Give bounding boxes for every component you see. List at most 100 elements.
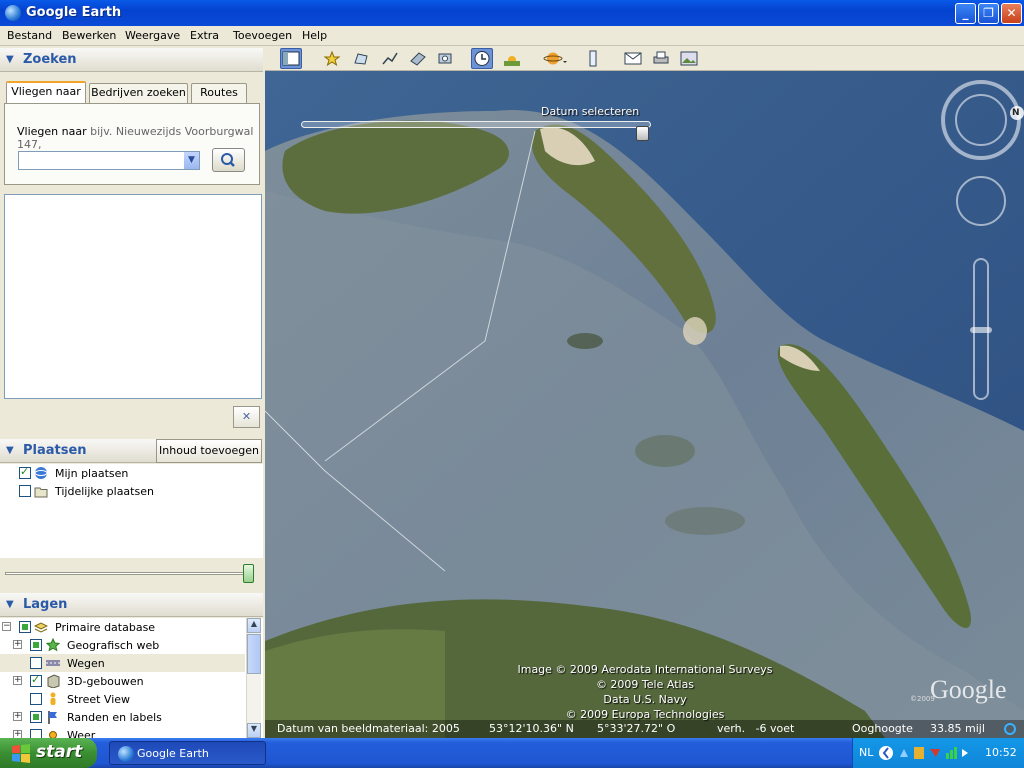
taskbar-app-google-earth[interactable]: Google Earth — [109, 741, 266, 765]
expander[interactable]: + — [13, 640, 22, 649]
navigation-controls[interactable] — [939, 79, 1024, 419]
zoom-slider[interactable] — [970, 258, 992, 400]
layer-geographic-web[interactable]: + Geografisch web — [0, 636, 245, 654]
checkbox[interactable] — [30, 657, 42, 669]
menu-extra[interactable]: Extra — [190, 29, 219, 42]
save-image-button[interactable] — [678, 48, 700, 69]
checkbox[interactable] — [30, 729, 42, 738]
layer-weather[interactable]: + Weer — [0, 726, 245, 738]
checkbox[interactable] — [19, 621, 31, 633]
tree-item-my-places[interactable]: Mijn plaatsen — [0, 464, 245, 482]
layers-header[interactable]: ▼ Lagen — [0, 593, 263, 617]
menu-weergave[interactable]: Weergave — [125, 29, 180, 42]
tab-routes[interactable]: Routes — [191, 83, 247, 103]
opacity-slider-track[interactable] — [5, 572, 250, 575]
clear-search-button[interactable]: ✕ — [233, 406, 260, 428]
elevation: verh. -6 voet — [717, 722, 795, 735]
image-overlay-icon — [410, 52, 426, 66]
language-indicator[interactable]: NL — [859, 746, 873, 759]
fly-to-label: Vliegen naar — [17, 125, 87, 138]
time-slider-thumb[interactable] — [636, 126, 649, 141]
tab-business-search[interactable]: Bedrijven zoeken — [89, 83, 188, 103]
scroll-down-icon[interactable]: ▼ — [247, 723, 261, 738]
add-path-button[interactable] — [379, 48, 401, 69]
collapse-triangle-icon[interactable]: ▼ — [6, 54, 14, 65]
checkbox[interactable] — [30, 711, 42, 723]
window-title: Google Earth — [26, 5, 122, 20]
map-view[interactable]: Datum selecteren N Image © 2009 Aerodata… — [265, 71, 1024, 738]
taskbar: start Google Earth NL 10:52 — [0, 738, 1024, 768]
layers-scrollbar[interactable]: ▲ ▼ — [246, 618, 261, 738]
layer-borders-labels[interactable]: + Randen en labels — [0, 708, 245, 726]
layer-3d-buildings[interactable]: + 3D-gebouwen — [0, 672, 245, 690]
expander[interactable]: + — [13, 712, 22, 721]
tab-fly-to[interactable]: Vliegen naar — [6, 81, 86, 103]
email-button[interactable] — [622, 48, 644, 69]
menu-bestand[interactable]: Bestand — [7, 29, 52, 42]
checkbox[interactable] — [19, 485, 31, 497]
expander[interactable]: + — [13, 730, 22, 738]
picture-icon — [680, 51, 698, 66]
collapse-triangle-icon[interactable]: ▼ — [6, 445, 14, 456]
collapse-triangle-icon[interactable]: ▼ — [6, 599, 14, 610]
checkbox[interactable] — [30, 673, 42, 687]
building-icon — [47, 674, 60, 688]
layers-title: Lagen — [23, 597, 68, 612]
look-joystick[interactable] — [956, 176, 1006, 226]
ruler-button[interactable] — [582, 48, 604, 69]
fly-to-panel: Vliegen naar bijv. Nieuwezijds Voorburgw… — [4, 103, 260, 185]
add-placemark-button[interactable] — [321, 48, 343, 69]
checkbox[interactable] — [30, 639, 42, 651]
places-header[interactable]: ▼ Plaatsen — [0, 439, 156, 463]
menu-toevoegen[interactable]: Toevoegen — [233, 29, 292, 42]
sunlight-button[interactable] — [501, 48, 523, 69]
search-header[interactable]: ▼ Zoeken — [0, 48, 263, 72]
layer-roads[interactable]: Wegen — [0, 654, 245, 672]
minimize-button[interactable]: _ — [955, 3, 976, 24]
historical-imagery-button[interactable] — [471, 48, 493, 69]
globe-icon — [34, 467, 48, 479]
sidebar: ▼ Zoeken Vliegen naar Bedrijven zoeken R… — [0, 46, 265, 738]
menu-bar: Bestand Bewerken Weergave Extra Toevoege… — [0, 26, 1024, 46]
opacity-slider-thumb[interactable] — [243, 564, 254, 583]
close-button[interactable]: ✕ — [1001, 3, 1022, 24]
compass-ring[interactable] — [941, 80, 1021, 160]
planets-button[interactable] — [541, 48, 569, 69]
print-button[interactable] — [650, 48, 672, 69]
opacity-slider-area — [0, 558, 263, 588]
search-button[interactable] — [212, 148, 245, 172]
ruler-icon — [589, 50, 597, 67]
start-button[interactable]: start — [0, 738, 97, 768]
menu-help[interactable]: Help — [302, 29, 327, 42]
add-overlay-button[interactable] — [407, 48, 429, 69]
record-tour-button[interactable] — [435, 48, 457, 69]
windows-logo-icon — [12, 744, 30, 763]
scroll-thumb[interactable] — [247, 634, 261, 674]
tree-item-temporary-places[interactable]: Tijdelijke plaatsen — [0, 482, 245, 500]
pushpin-icon — [323, 50, 341, 67]
add-content-button[interactable]: Inhoud toevoegen — [156, 439, 262, 463]
expander[interactable]: − — [2, 622, 11, 631]
menu-bewerken[interactable]: Bewerken — [62, 29, 116, 42]
latitude: 53°12'10.36" N — [489, 722, 574, 735]
sidebar-toggle-button[interactable] — [280, 48, 302, 69]
dropdown-arrow-icon[interactable]: ▼ — [184, 152, 199, 169]
expander[interactable]: + — [13, 676, 22, 685]
add-polygon-button[interactable] — [350, 48, 372, 69]
envelope-icon — [624, 52, 642, 65]
fly-to-input[interactable]: ▼ — [18, 151, 200, 170]
planet-icon — [543, 52, 567, 65]
checkbox[interactable] — [30, 693, 42, 705]
layer-street-view[interactable]: Street View — [0, 690, 245, 708]
road-icon — [46, 660, 60, 666]
camera-icon — [438, 53, 452, 64]
compass-north-label[interactable]: N — [1012, 108, 1020, 118]
clock[interactable]: 10:52 — [985, 746, 1017, 759]
scroll-up-icon[interactable]: ▲ — [247, 618, 261, 633]
checkbox[interactable] — [19, 465, 31, 479]
layer-primary-database[interactable]: − Primaire database — [0, 618, 245, 636]
streaming-indicator-icon — [1004, 723, 1016, 735]
maximize-button[interactable]: ❐ — [978, 3, 999, 24]
places-title: Plaatsen — [23, 443, 87, 458]
time-slider-track[interactable] — [301, 121, 651, 128]
